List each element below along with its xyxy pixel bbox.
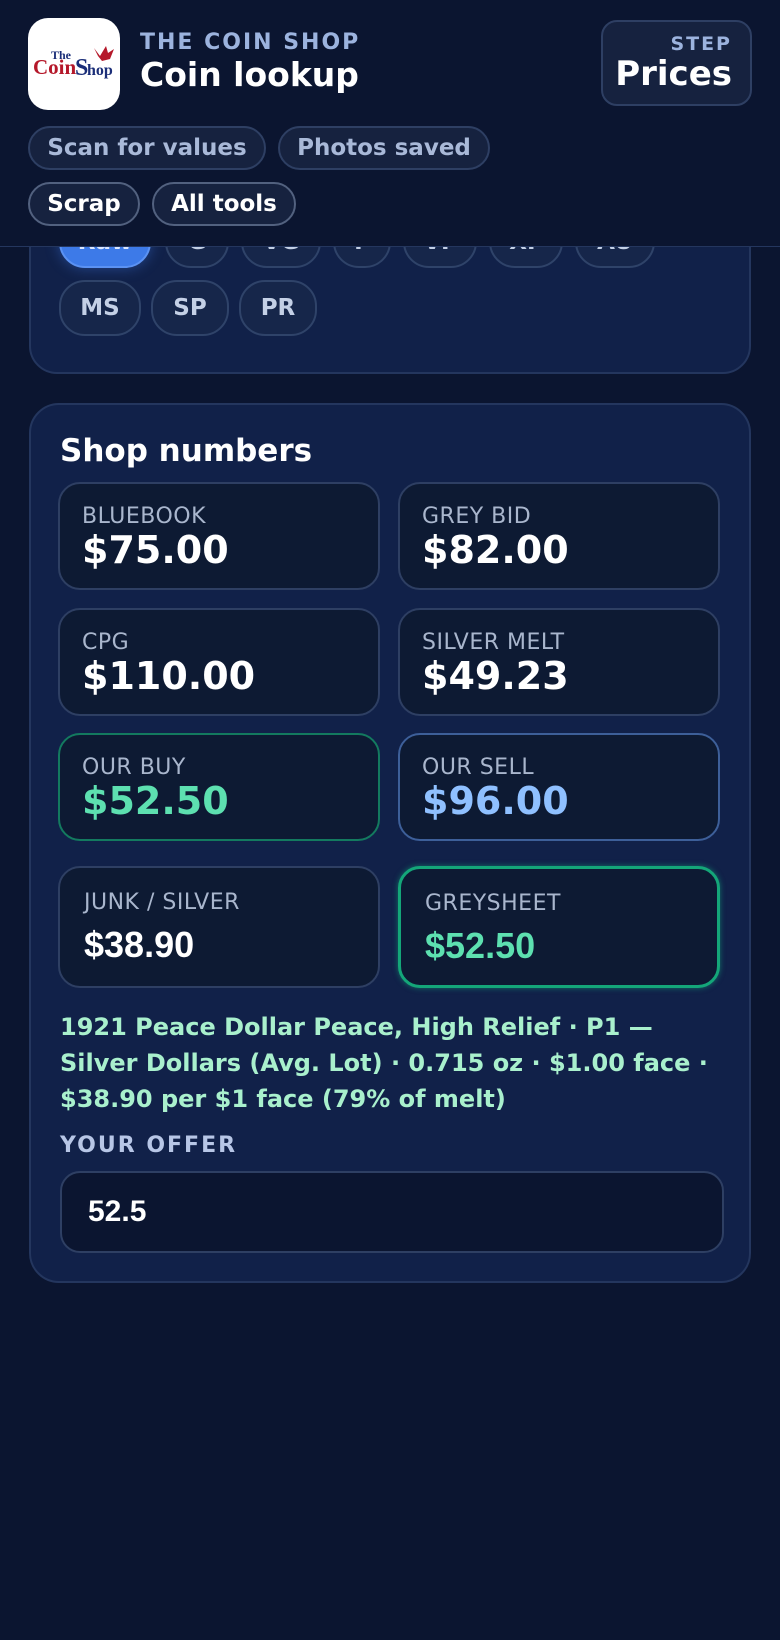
- your-offer-label: YOUR OFFER: [60, 1133, 238, 1158]
- stat-value: $52.50: [82, 779, 229, 823]
- stat-value: $49.23: [422, 654, 569, 698]
- stat-label: OUR SELL: [422, 755, 535, 780]
- scrap-button[interactable]: Scrap: [28, 182, 140, 226]
- silver-melt-stat: SILVER MELT $49.23: [398, 608, 720, 716]
- coin-shop-logo-image: The Coin S hop: [33, 46, 114, 81]
- scan-for-values-button[interactable]: Scan for values: [28, 126, 266, 170]
- svg-text:hop: hop: [87, 62, 113, 79]
- step-label: STEP: [670, 33, 732, 55]
- grade-chip-pr[interactable]: PR: [239, 280, 317, 336]
- page-title: Coin lookup: [140, 55, 359, 94]
- stat-value: $75.00: [82, 528, 229, 572]
- cpg-stat: CPG $110.00: [58, 608, 380, 716]
- greysheet-label: GREYSHEET: [425, 891, 561, 916]
- your-offer-input[interactable]: [60, 1171, 724, 1253]
- grade-chip-ms[interactable]: MS: [59, 280, 141, 336]
- photos-saved-button[interactable]: Photos saved: [278, 126, 490, 170]
- junk-silver-option[interactable]: JUNK / SILVER $38.90: [58, 866, 380, 988]
- our-buy-stat: OUR BUY $52.50: [58, 733, 380, 841]
- stat-label: BLUEBOOK: [82, 504, 207, 529]
- stat-value: $110.00: [82, 654, 256, 698]
- coin-shop-logo: The Coin S hop: [28, 18, 120, 110]
- junk-silver-value: $38.90: [84, 924, 195, 965]
- svg-text:Coin: Coin: [33, 55, 77, 79]
- stat-label: GREY BID: [422, 504, 532, 529]
- coin-description: 1921 Peace Dollar Peace, High Relief · P…: [60, 1013, 708, 1113]
- our-sell-stat: OUR SELL $96.00: [398, 733, 720, 841]
- all-tools-button[interactable]: All tools: [152, 182, 296, 226]
- stat-label: SILVER MELT: [422, 630, 565, 655]
- step-value: Prices: [615, 54, 732, 94]
- greysheet-option[interactable]: GREYSHEET $52.50: [398, 866, 720, 988]
- app-header: The Coin S hop THE COIN SHOP Coin lookup…: [0, 0, 780, 247]
- stat-value: $82.00: [422, 528, 569, 572]
- step-indicator: STEP Prices: [601, 20, 752, 106]
- stat-value: $96.00: [422, 779, 569, 823]
- greysheet-value: $52.50: [425, 925, 536, 966]
- grade-chip-sp[interactable]: SP: [151, 280, 229, 336]
- stat-label: CPG: [82, 630, 130, 655]
- grey-bid-stat: GREY BID $82.00: [398, 482, 720, 590]
- stat-label: OUR BUY: [82, 755, 186, 780]
- shop-name: THE COIN SHOP: [140, 30, 361, 55]
- shop-numbers-title: Shop numbers: [60, 433, 313, 469]
- junk-silver-label: JUNK / SILVER: [84, 890, 240, 915]
- bluebook-stat: BLUEBOOK $75.00: [58, 482, 380, 590]
- shop-numbers-card: Shop numbers BLUEBOOK $75.00 GREY BID $8…: [29, 403, 751, 1283]
